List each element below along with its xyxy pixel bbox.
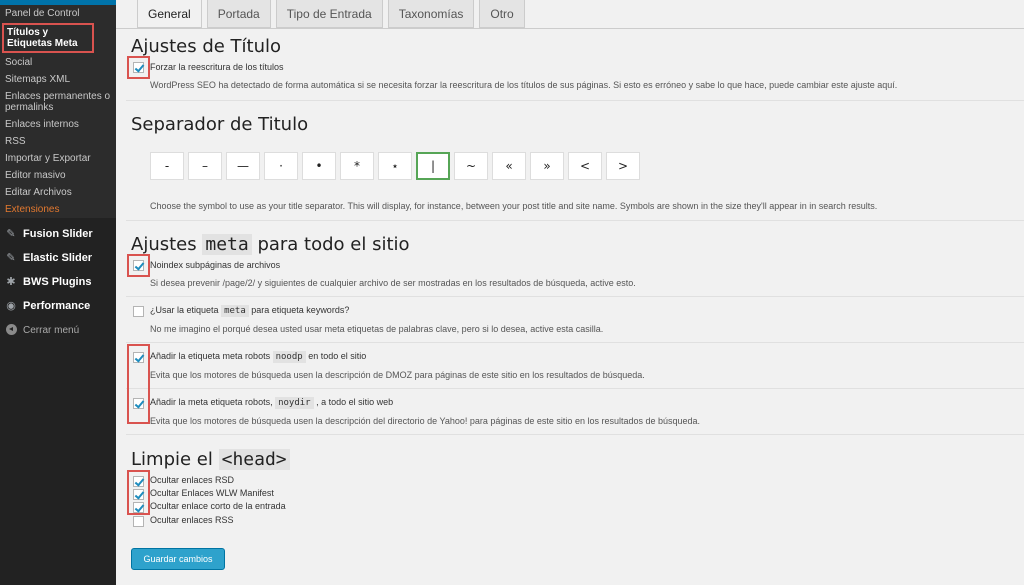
label-code: noydir: [275, 397, 314, 409]
gear-icon: ✱: [6, 276, 16, 288]
tab-tipo-de-entrada[interactable]: Tipo de Entrada: [275, 0, 383, 28]
noindex-subpages-checkbox[interactable]: [133, 260, 144, 271]
clean-head-heading: Limpie el <head>: [131, 449, 290, 470]
separator-option[interactable]: »: [530, 152, 564, 180]
force-rewrite-description: WordPress SEO ha detectado de forma auto…: [150, 80, 898, 90]
label-text: Añadir la etiqueta meta robots: [150, 351, 271, 361]
separator-heading: Separador de Titulo: [131, 114, 309, 135]
sidebar-item-label: Performance: [23, 300, 91, 312]
tab-bar: General Portada Tipo de Entrada Taxonomí…: [137, 0, 530, 30]
collapse-menu-button[interactable]: Cerrar menú: [0, 318, 116, 342]
heading-code: <head>: [218, 449, 290, 470]
sidebar-item-editar-archivos[interactable]: Editar Archivos: [0, 184, 116, 201]
save-changes-button[interactable]: Guardar cambios: [131, 548, 225, 570]
separator-option[interactable]: ~: [454, 152, 488, 180]
separator-option[interactable]: -: [150, 152, 184, 180]
main-content: General Portada Tipo de Entrada Taxonomí…: [116, 0, 1024, 585]
hide-rsd-checkbox[interactable]: [133, 476, 144, 487]
sidebar-item-elastic-slider[interactable]: ✎ Elastic Slider: [0, 246, 116, 270]
pin-icon: ✎: [6, 252, 16, 264]
sidebar-item-permalinks[interactable]: Enlaces permanentes o permalinks: [0, 88, 116, 116]
noindex-subpages-label: Noindex subpáginas de archivos: [150, 260, 281, 270]
heading-text: Ajustes: [131, 234, 197, 255]
separator-option[interactable]: –: [188, 152, 222, 180]
noydir-description: Evita que los motores de búsqueda usen l…: [150, 416, 701, 426]
section-divider: [126, 388, 1024, 389]
heading-code: meta: [202, 234, 252, 255]
sidebar-item-extensiones[interactable]: Extensiones: [0, 201, 116, 218]
meta-settings-heading: Ajustes meta para todo el sitio: [131, 234, 410, 255]
label-text: , a todo el sitio web: [316, 397, 394, 407]
sidebar-item-label: BWS Plugins: [23, 276, 92, 288]
noydir-checkbox[interactable]: [133, 398, 144, 409]
section-divider: [126, 296, 1024, 297]
hide-wlw-checkbox[interactable]: [133, 489, 144, 500]
hide-shortlink-checkbox[interactable]: [133, 502, 144, 513]
sidebar-item-importar-exportar[interactable]: Importar y Exportar: [0, 150, 116, 167]
sidebar-item-enlaces-internos[interactable]: Enlaces internos: [0, 116, 116, 133]
label-text: para etiqueta keywords?: [251, 305, 350, 315]
separator-option[interactable]: >: [606, 152, 640, 180]
heading-text: para todo el sitio: [257, 234, 410, 255]
separator-option-selected[interactable]: |: [416, 152, 450, 180]
tab-portada[interactable]: Portada: [206, 0, 271, 28]
meta-keywords-label: ¿Usar la etiqueta meta para etiqueta key…: [150, 305, 350, 317]
noodp-description: Evita que los motores de búsqueda usen l…: [150, 370, 645, 380]
admin-sidebar: Panel de Control Títulos y Etiquetas Met…: [0, 0, 116, 585]
label-text: en todo el sitio: [308, 351, 367, 361]
sidebar-item-label: Elastic Slider: [23, 252, 93, 264]
force-rewrite-label: Forzar la reescritura de los títulos: [150, 62, 284, 72]
section-divider: [126, 220, 1024, 221]
sidebar-item-rss[interactable]: RSS: [0, 133, 116, 150]
sidebar-item-sitemaps-xml[interactable]: Sitemaps XML: [0, 71, 116, 88]
title-settings-heading: Ajustes de Título: [131, 36, 282, 57]
sidebar-item-editor-masivo[interactable]: Editor masivo: [0, 167, 116, 184]
tab-otro[interactable]: Otro: [479, 0, 525, 28]
hide-wlw-label: Ocultar Enlaces WLW Manifest: [150, 488, 274, 498]
collapse-arrow-icon: [5, 324, 17, 336]
noodp-label: Añadir la etiqueta meta robots noodp en …: [150, 351, 367, 363]
section-divider: [126, 100, 1024, 101]
seo-submenu: Panel de Control Títulos y Etiquetas Met…: [0, 5, 116, 218]
sidebar-item-social[interactable]: Social: [0, 54, 116, 71]
sidebar-item-panel-de-control[interactable]: Panel de Control: [0, 5, 116, 22]
label-text: ¿Usar la etiqueta: [150, 305, 219, 315]
heading-text: Limpie el: [131, 449, 213, 470]
separator-option[interactable]: •: [302, 152, 336, 180]
sidebar-item-bws-plugins[interactable]: ✱ BWS Plugins: [0, 270, 116, 294]
separator-description: Choose the symbol to use as your title s…: [150, 201, 878, 211]
hide-rss-label: Ocultar enlaces RSS: [150, 515, 234, 525]
separator-options: - – — · • * ⋆ | ~ « » < >: [150, 152, 644, 180]
collapse-menu-label: Cerrar menú: [23, 324, 80, 336]
pin-icon: ✎: [6, 228, 16, 240]
separator-option[interactable]: <: [568, 152, 602, 180]
label-code: noodp: [272, 351, 306, 363]
section-divider: [126, 342, 1024, 343]
noindex-subpages-description: Si desea prevenir /page/2/ y siguientes …: [150, 278, 636, 288]
hide-shortlink-label: Ocultar enlace corto de la entrada: [150, 501, 286, 511]
sidebar-item-performance[interactable]: ◉ Performance: [0, 294, 116, 318]
sidebar-item-titulos-y-etiquetas-meta[interactable]: Títulos y Etiquetas Meta: [2, 23, 94, 53]
section-divider: [126, 434, 1024, 435]
separator-option[interactable]: ·: [264, 152, 298, 180]
separator-option[interactable]: «: [492, 152, 526, 180]
meta-keywords-checkbox[interactable]: [133, 306, 144, 317]
tab-general[interactable]: General: [137, 0, 202, 28]
noydir-label: Añadir la meta etiqueta robots, noydir ,…: [150, 397, 394, 409]
separator-option[interactable]: ⋆: [378, 152, 412, 180]
gauge-icon: ◉: [6, 300, 16, 312]
tab-taxonomias[interactable]: Taxonomías: [387, 0, 475, 28]
meta-keywords-description: No me imagino el porqué desea usted usar…: [150, 324, 604, 334]
hide-rss-checkbox[interactable]: [133, 516, 144, 527]
label-text: Añadir la meta etiqueta robots,: [150, 397, 273, 407]
force-rewrite-checkbox[interactable]: [133, 62, 144, 73]
separator-option[interactable]: —: [226, 152, 260, 180]
label-code: meta: [221, 305, 249, 317]
hide-rsd-label: Ocultar enlaces RSD: [150, 475, 235, 485]
noodp-checkbox[interactable]: [133, 352, 144, 363]
sidebar-item-fusion-slider[interactable]: ✎ Fusion Slider: [0, 222, 116, 246]
sidebar-item-label: Fusion Slider: [23, 228, 93, 240]
separator-option[interactable]: *: [340, 152, 374, 180]
plugin-menu: ✎ Fusion Slider ✎ Elastic Slider ✱ BWS P…: [0, 222, 116, 342]
